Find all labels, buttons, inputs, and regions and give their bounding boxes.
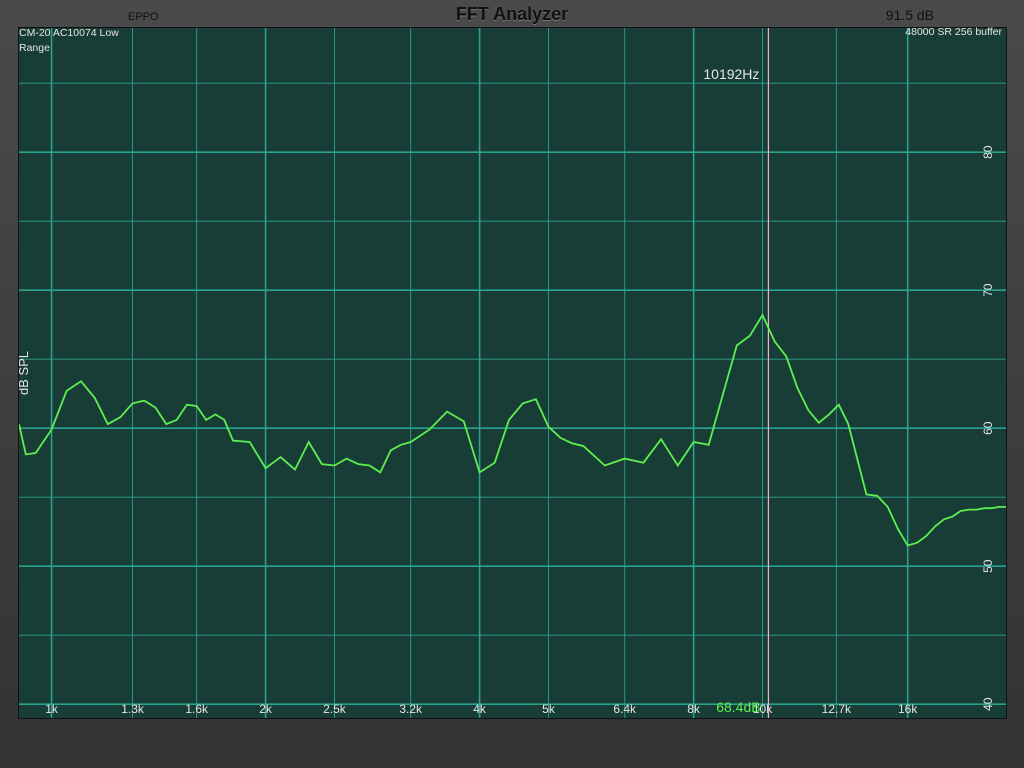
spectrum-trace <box>18 313 1006 547</box>
x-tick-label: 3.2k <box>399 702 423 716</box>
vertical-grid <box>50 28 909 718</box>
y-tick-label: 50 <box>981 559 995 573</box>
cursor-frequency-label: 10192Hz <box>703 66 759 82</box>
y-axis-label: dB SPL <box>19 351 31 395</box>
plot-area[interactable]: 1k 1.3k 1.6k 2k 2.5k 3.2k 4k 5k 6.4k 8k 10k 12.7k 16… <box>16 27 1007 719</box>
app-title: FFT Analyzer <box>455 4 569 24</box>
x-tick-label: 5k <box>542 702 556 716</box>
x-tick-label: 1.6k <box>185 702 209 716</box>
y-tick-labels: 40 50 60 70 80 <box>981 145 995 711</box>
y-tick-label: 60 <box>981 421 995 435</box>
x-tick-label: 4k <box>473 702 487 716</box>
y-tick-label: 40 <box>981 697 995 711</box>
mic-info: CM-20 AC10074 Low Range <box>19 27 119 54</box>
fft-chart[interactable]: 1k 1.3k 1.6k 2k 2.5k 3.2k 4k 5k 6.4k 8k 10k 12.7k 16… <box>16 28 1006 718</box>
x-tick-label: 6.4k <box>613 702 637 716</box>
x-tick-label: 16k <box>898 702 918 716</box>
sample-info: 48000 SR 256 buffer <box>905 26 1002 38</box>
cursor-level-label: 68.4dB <box>716 699 760 715</box>
x-tick-label: 2k <box>259 702 273 716</box>
x-tick-label: 8k <box>687 702 701 716</box>
y-tick-label: 70 <box>981 283 995 297</box>
y-tick-label: 80 <box>981 145 995 159</box>
x-tick-label: 2.5k <box>323 702 347 716</box>
horizontal-grid <box>19 82 1006 706</box>
x-tick-label: 12.7k <box>822 702 852 716</box>
peak-level-readout: 91.5 dB <box>885 7 934 23</box>
x-tick-label: 1.3k <box>121 702 145 716</box>
x-tick-label: 1k <box>45 702 59 716</box>
